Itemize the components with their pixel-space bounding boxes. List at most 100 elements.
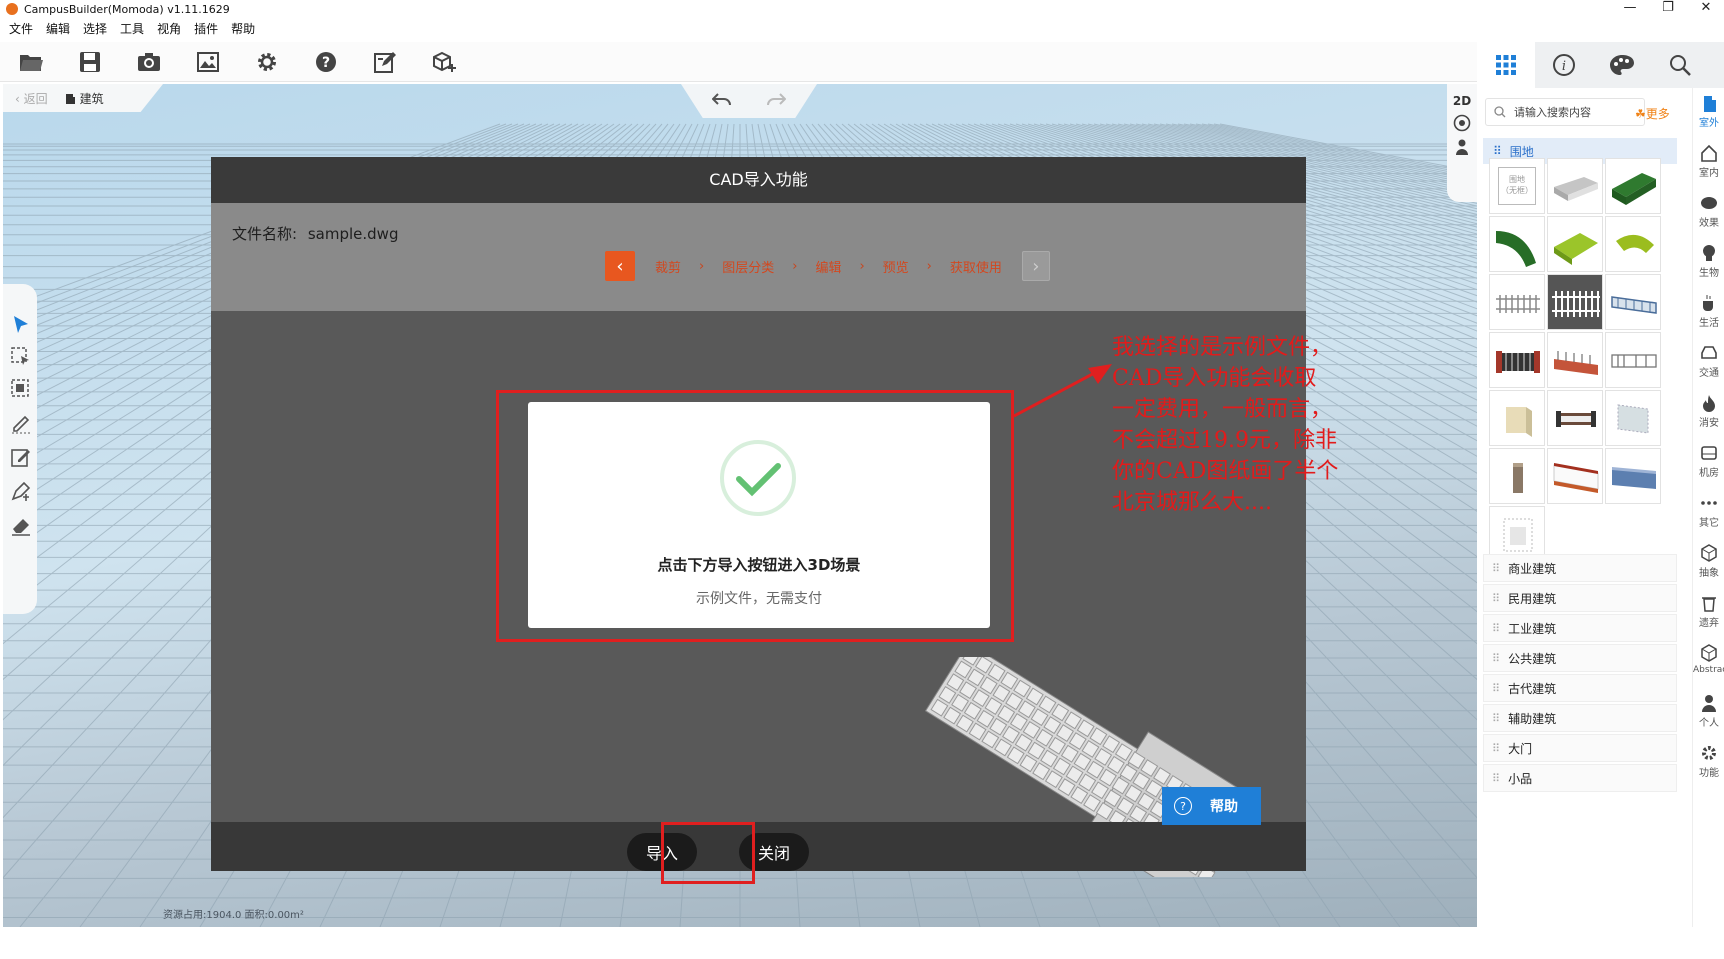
- annotation-line: 你的CAD图纸画了半个: [1112, 459, 1339, 484]
- open-folder-icon[interactable]: [17, 48, 45, 76]
- close-window-button[interactable]: ✕: [1688, 0, 1724, 18]
- model-thumb[interactable]: [1605, 332, 1661, 388]
- step-crop[interactable]: 裁剪: [655, 257, 681, 276]
- building-crumb[interactable]: 建筑: [64, 90, 104, 107]
- multi-select-icon[interactable]: [10, 378, 32, 400]
- category-industrial[interactable]: ⠿ 工业建筑: [1483, 614, 1677, 642]
- model-thumb[interactable]: [1547, 390, 1603, 446]
- side-tab-other[interactable]: 其它: [1693, 488, 1724, 542]
- camera-icon[interactable]: [135, 48, 163, 76]
- side-tab-outdoor[interactable]: 室外: [1693, 88, 1724, 142]
- step-preview[interactable]: 预览: [883, 257, 909, 276]
- menu-view[interactable]: 视角: [157, 20, 181, 38]
- model-thumb[interactable]: 围地 （无框）: [1489, 158, 1545, 214]
- tab-search-icon[interactable]: [1651, 42, 1709, 88]
- help-icon[interactable]: ?: [312, 48, 340, 76]
- help-circle-icon: ?: [1174, 797, 1192, 815]
- category-residential[interactable]: ⠿ 民用建筑: [1483, 584, 1677, 612]
- category-accessories[interactable]: ⠿ 小品: [1483, 764, 1677, 792]
- back-link[interactable]: ‹ 返回: [15, 90, 48, 107]
- side-tab-fire[interactable]: 消安: [1693, 388, 1724, 442]
- annotation-highlight-box: [496, 390, 1014, 642]
- side-tab-personal[interactable]: 个人: [1693, 688, 1724, 742]
- model-thumb[interactable]: [1547, 332, 1603, 388]
- side-tab-functions[interactable]: 功能: [1693, 738, 1724, 792]
- model-thumb[interactable]: [1489, 448, 1545, 504]
- draw-pen-icon[interactable]: [10, 412, 32, 434]
- trash-icon: [1702, 597, 1716, 612]
- edit-area-icon[interactable]: [10, 446, 32, 468]
- tab-models-grid-icon[interactable]: [1477, 42, 1535, 88]
- category-label: 民用建筑: [1508, 591, 1557, 606]
- side-tab-label: 生活: [1699, 318, 1719, 329]
- person-view-icon[interactable]: [1447, 139, 1477, 158]
- side-tab-abstract-cn[interactable]: 抽象: [1693, 538, 1724, 592]
- model-thumb[interactable]: [1547, 448, 1603, 504]
- category-gate[interactable]: ⠿ 大门: [1483, 734, 1677, 762]
- tab-info-icon[interactable]: i: [1535, 42, 1593, 88]
- side-tab-abstract[interactable]: Abstract: [1693, 638, 1724, 692]
- view-mode-2d[interactable]: 2D: [1447, 94, 1477, 108]
- eraser-icon[interactable]: [10, 514, 32, 536]
- model-thumb[interactable]: [1547, 216, 1603, 272]
- save-icon[interactable]: [76, 48, 104, 76]
- side-tab-effects[interactable]: 效果: [1693, 188, 1724, 242]
- model-thumb[interactable]: [1547, 158, 1603, 214]
- minimize-button[interactable]: —: [1612, 0, 1648, 18]
- side-tab-life[interactable]: 生活: [1693, 288, 1724, 342]
- model-thumb[interactable]: [1489, 274, 1545, 330]
- annotation-line: 我选择的是示例文件，: [1112, 335, 1333, 360]
- next-step-button[interactable]: ›: [1021, 251, 1050, 281]
- search-field[interactable]: 请输入搜索内容: [1485, 98, 1645, 126]
- category-commercial[interactable]: ⠿ 商业建筑: [1483, 554, 1677, 582]
- side-tab-traffic[interactable]: 交通: [1693, 338, 1724, 392]
- file-name-label: 文件名称:: [232, 225, 298, 243]
- compass-icon[interactable]: [1447, 114, 1477, 135]
- prev-step-button[interactable]: ‹: [605, 251, 635, 281]
- menu-tools[interactable]: 工具: [120, 20, 144, 38]
- model-thumb[interactable]: [1605, 274, 1661, 330]
- settings-icon[interactable]: [253, 48, 281, 76]
- step-edit[interactable]: 编辑: [815, 257, 841, 276]
- model-thumb[interactable]: [1489, 216, 1545, 272]
- side-tab-living[interactable]: 生物: [1693, 238, 1724, 292]
- grid-icon: ⠿: [1492, 771, 1501, 785]
- redo-icon[interactable]: [766, 91, 787, 112]
- tab-palette-icon[interactable]: [1593, 42, 1651, 88]
- model-thumb[interactable]: [1605, 448, 1661, 504]
- image-icon[interactable]: [194, 48, 222, 76]
- box-select-icon[interactable]: [10, 346, 32, 368]
- undo-icon[interactable]: [711, 91, 732, 112]
- menu-help[interactable]: 帮助: [231, 20, 255, 38]
- side-tab-discarded[interactable]: 遗弃: [1693, 588, 1724, 642]
- model-thumb[interactable]: [1605, 390, 1661, 446]
- category-public[interactable]: ⠿ 公共建筑: [1483, 644, 1677, 672]
- edit-icon[interactable]: [371, 48, 399, 76]
- side-tab-label: 其它: [1699, 518, 1719, 529]
- side-tab-label: 生物: [1699, 268, 1719, 279]
- help-button[interactable]: ? 帮助: [1162, 787, 1261, 825]
- model-thumb[interactable]: [1605, 158, 1661, 214]
- step-get[interactable]: 获取使用: [950, 257, 1002, 276]
- help-icon-char: ?: [1180, 799, 1186, 813]
- select-arrow-icon[interactable]: [10, 314, 32, 336]
- menu-edit[interactable]: 编辑: [46, 20, 70, 38]
- menu-select[interactable]: 选择: [83, 20, 107, 38]
- pen-add-icon[interactable]: [10, 480, 32, 502]
- menu-plugins[interactable]: 插件: [194, 20, 218, 38]
- category-auxiliary[interactable]: ⠿ 辅助建筑: [1483, 704, 1677, 732]
- model-thumb[interactable]: [1489, 332, 1545, 388]
- model-thumb[interactable]: [1605, 216, 1661, 272]
- restore-button[interactable]: ❐: [1650, 0, 1686, 18]
- side-tab-indoor[interactable]: 室内: [1693, 138, 1724, 192]
- dialog-header: 文件名称: sample.dwg ‹ 裁剪 › 图层分类 › 编辑 › 预览 ›…: [211, 203, 1306, 311]
- server-icon: [1701, 446, 1717, 460]
- more-link[interactable]: ☘更多: [1635, 105, 1670, 122]
- model-thumb[interactable]: [1489, 390, 1545, 446]
- category-ancient[interactable]: ⠿ 古代建筑: [1483, 674, 1677, 702]
- step-layer-classify[interactable]: 图层分类: [722, 257, 774, 276]
- menu-file[interactable]: 文件: [9, 20, 33, 38]
- model-thumb[interactable]: [1547, 274, 1603, 330]
- side-tab-server-room[interactable]: 机房: [1693, 438, 1724, 492]
- add-model-icon[interactable]: [430, 48, 458, 76]
